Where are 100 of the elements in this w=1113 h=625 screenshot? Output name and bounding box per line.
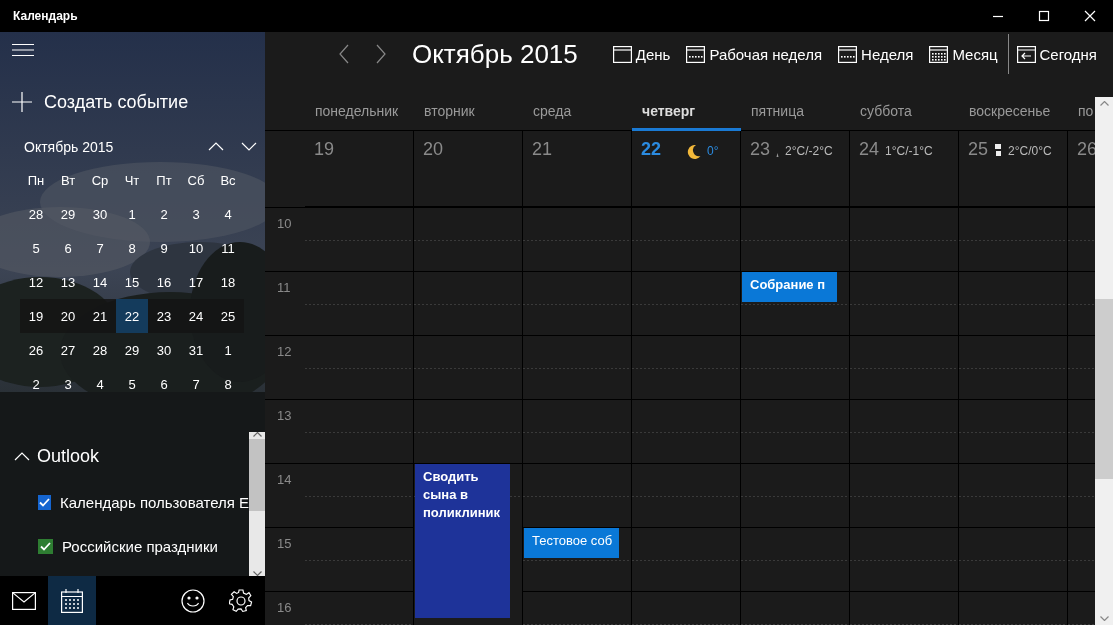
time-slot[interactable] xyxy=(959,336,1068,400)
chevron-down-icon[interactable] xyxy=(240,142,257,152)
time-slot[interactable] xyxy=(741,208,850,272)
calendar-day[interactable]: 24 xyxy=(180,299,212,334)
time-slot[interactable] xyxy=(959,272,1068,336)
calendar-day[interactable]: 14 xyxy=(84,265,116,300)
time-slot[interactable] xyxy=(632,272,741,336)
time-slot[interactable] xyxy=(850,272,959,336)
chevron-up-icon[interactable] xyxy=(207,142,224,152)
calendar-day[interactable]: 3 xyxy=(52,367,84,402)
calendar-day[interactable]: 10 xyxy=(180,231,212,266)
calendar-day[interactable]: 8 xyxy=(212,367,244,402)
calendar-day[interactable]: 7 xyxy=(84,231,116,266)
calendar-day[interactable]: 5 xyxy=(116,367,148,402)
mail-icon[interactable] xyxy=(12,591,36,610)
calendar-icon[interactable] xyxy=(61,588,83,613)
calendar-day[interactable]: 6 xyxy=(148,367,180,402)
time-slot[interactable] xyxy=(305,208,414,272)
checkbox[interactable] xyxy=(38,495,51,511)
calendar-day[interactable]: 13 xyxy=(52,265,84,300)
time-slot[interactable] xyxy=(523,464,632,528)
calendar-event[interactable]: Сводить сына в поликлиник xyxy=(415,464,510,618)
calendar-day[interactable]: 20 xyxy=(52,299,84,334)
time-slot[interactable]: Сводить сына в поликлиник xyxy=(414,464,523,625)
calendar-day[interactable]: 31 xyxy=(180,333,212,368)
calendar-day[interactable]: 15 xyxy=(116,265,148,300)
calendar-day[interactable]: 16 xyxy=(148,265,180,300)
calendar-day[interactable]: 3 xyxy=(180,197,212,232)
smiley-icon[interactable] xyxy=(181,588,205,613)
calendar-event[interactable]: Собрание п xyxy=(742,272,837,302)
calendar-day[interactable]: 4 xyxy=(84,367,116,402)
calendar-day[interactable]: 5 xyxy=(20,231,52,266)
view-button[interactable]: Месяц xyxy=(929,44,998,64)
calendar-day[interactable]: 4 xyxy=(212,197,244,232)
calendar-day[interactable]: 6 xyxy=(52,231,84,266)
time-slot[interactable] xyxy=(741,528,850,592)
calendar-day[interactable]: 21 xyxy=(84,299,116,334)
time-slot[interactable] xyxy=(959,464,1068,528)
time-slot[interactable] xyxy=(523,208,632,272)
calendar-day[interactable]: 9 xyxy=(148,231,180,266)
time-slot[interactable] xyxy=(959,528,1068,592)
time-slot[interactable] xyxy=(959,208,1068,272)
calendar-event[interactable]: Тестовое соб xyxy=(524,528,619,558)
calendar-day[interactable]: 19 xyxy=(20,299,52,334)
time-slot[interactable] xyxy=(850,528,959,592)
calendar-day[interactable]: 8 xyxy=(116,231,148,266)
calendar-day[interactable]: 25 xyxy=(212,299,244,334)
time-slot[interactable] xyxy=(305,272,414,336)
calendar-day[interactable]: 23 xyxy=(148,299,180,334)
time-slot[interactable] xyxy=(305,464,414,528)
time-slot[interactable] xyxy=(741,336,850,400)
calendar-day[interactable]: 30 xyxy=(148,333,180,368)
calendar-day[interactable]: 28 xyxy=(84,333,116,368)
create-event-button[interactable]: Создать событие xyxy=(12,91,189,113)
time-slot[interactable] xyxy=(850,336,959,400)
time-slot[interactable]: Тестовое соб xyxy=(523,528,632,592)
time-slot[interactable] xyxy=(632,400,741,464)
time-slot[interactable]: Собрание п xyxy=(741,272,850,336)
calendar-day[interactable]: 30 xyxy=(84,197,116,232)
time-slot[interactable] xyxy=(305,528,414,592)
scrollbar[interactable] xyxy=(1095,97,1113,625)
time-slot[interactable] xyxy=(632,208,741,272)
calendar-day[interactable]: 26 xyxy=(20,333,52,368)
time-slot[interactable] xyxy=(959,400,1068,464)
view-button[interactable]: Рабочая неделя xyxy=(686,44,823,64)
calendar-day[interactable]: 1 xyxy=(116,197,148,232)
time-slot[interactable] xyxy=(850,208,959,272)
menu-icon[interactable] xyxy=(12,42,34,57)
time-slot[interactable] xyxy=(305,336,414,400)
calendar-day[interactable]: 2 xyxy=(20,367,52,402)
today-button[interactable]: Сегодня xyxy=(1016,44,1097,64)
time-slot[interactable] xyxy=(414,336,523,400)
calendar-day[interactable]: 2 xyxy=(148,197,180,232)
calendar-day[interactable]: 29 xyxy=(116,333,148,368)
calendar-day[interactable]: 22 xyxy=(116,299,148,334)
time-slot[interactable] xyxy=(305,400,414,464)
calendar-day[interactable]: 18 xyxy=(212,265,244,300)
time-slot[interactable] xyxy=(741,400,850,464)
view-button[interactable]: Неделя xyxy=(838,44,914,64)
time-slot[interactable] xyxy=(632,336,741,400)
calendar-day[interactable]: 12 xyxy=(20,265,52,300)
account-header[interactable]: Outlook xyxy=(14,446,249,468)
checkbox[interactable] xyxy=(38,539,53,555)
time-slot[interactable] xyxy=(523,336,632,400)
calendar-day[interactable]: 1 xyxy=(212,333,244,368)
settings-icon[interactable] xyxy=(229,588,253,613)
time-slot[interactable] xyxy=(414,400,523,464)
time-slot[interactable] xyxy=(741,464,850,528)
time-slot[interactable] xyxy=(523,400,632,464)
time-slot[interactable] xyxy=(414,272,523,336)
calendar-day[interactable]: 28 xyxy=(20,197,52,232)
calendar-day[interactable]: 17 xyxy=(180,265,212,300)
maximize-icon[interactable] xyxy=(1038,10,1050,22)
calendar-day[interactable]: 27 xyxy=(52,333,84,368)
calendar-day[interactable]: 7 xyxy=(180,367,212,402)
time-slot[interactable] xyxy=(850,400,959,464)
close-icon[interactable] xyxy=(1084,10,1096,22)
time-slot[interactable] xyxy=(414,208,523,272)
calendar-day[interactable]: 11 xyxy=(212,231,244,266)
calendar-day[interactable]: 29 xyxy=(52,197,84,232)
